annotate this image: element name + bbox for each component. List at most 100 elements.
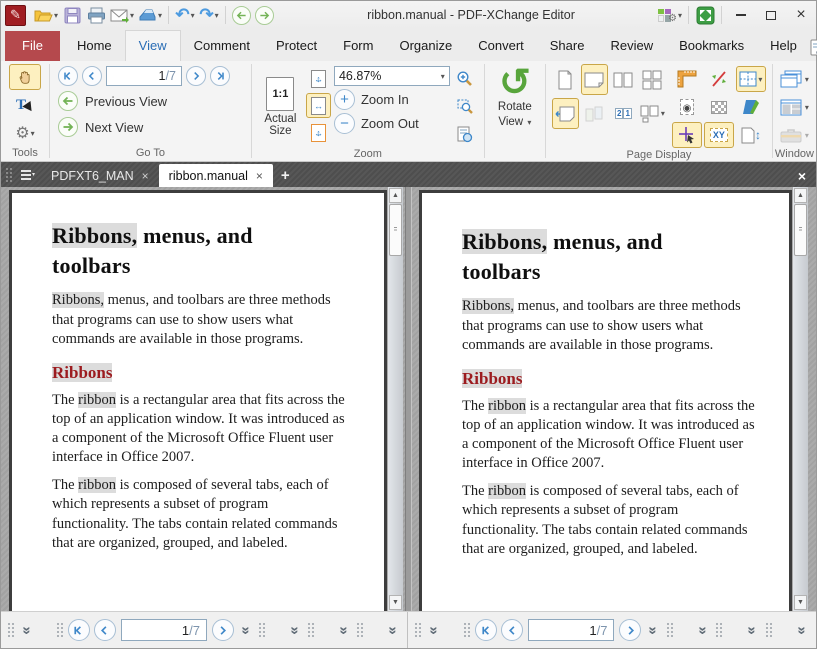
cover-mode-caret[interactable]: ▾ xyxy=(661,109,665,118)
page-numbers-button[interactable]: 2 1 xyxy=(610,98,637,129)
fit-visible-button[interactable]: ↔↕ xyxy=(306,120,331,145)
tab-form[interactable]: Form xyxy=(330,31,386,61)
zoom-combobox-caret[interactable]: ▾ xyxy=(441,72,445,81)
tab-bar-grip[interactable] xyxy=(5,167,13,183)
toolbar-grip[interactable] xyxy=(7,622,15,638)
previous-page-button[interactable] xyxy=(82,66,102,86)
continuous-view-button[interactable] xyxy=(552,98,579,129)
pdf-page[interactable]: Ribbons, menus, and toolbars Ribbons, me… xyxy=(9,190,387,611)
actual-size-button[interactable]: 1:1 Actual Size xyxy=(258,64,303,147)
two-page-view-button[interactable] xyxy=(610,64,637,95)
toolbar-grip[interactable] xyxy=(307,622,315,638)
collapsed-toolbar-chevron[interactable]: » xyxy=(793,626,810,634)
pdf-page[interactable]: Ribbons, menus, and toolbars Ribbons, me… xyxy=(419,190,792,611)
launch-application-button[interactable]: ⚙ ▾ xyxy=(656,3,684,27)
fullscreen-button[interactable] xyxy=(693,3,717,27)
show-grid-button[interactable]: ◉ xyxy=(672,94,702,120)
open-dropdown-caret[interactable]: ▾ xyxy=(54,11,58,20)
cover-mode-button[interactable]: ▾ xyxy=(639,98,666,129)
toolbar-grip[interactable] xyxy=(356,622,364,638)
find-document-icon[interactable] xyxy=(810,39,817,57)
previous-page-button[interactable] xyxy=(94,619,116,641)
split-pages-button[interactable] xyxy=(581,98,608,129)
collapsed-toolbar-chevron[interactable]: » xyxy=(335,626,352,634)
scroll-down-button[interactable]: ▼ xyxy=(389,595,402,610)
history-forward-button[interactable] xyxy=(255,6,274,25)
tab-review[interactable]: Review xyxy=(597,31,666,61)
scan-button[interactable]: ▾ xyxy=(136,3,164,27)
first-page-button[interactable] xyxy=(58,66,78,86)
four-page-view-button[interactable] xyxy=(639,64,666,95)
save-button[interactable] xyxy=(60,3,84,27)
scrollbar-thumb[interactable] xyxy=(794,204,807,256)
fit-page-height-button[interactable]: ↕ xyxy=(736,122,766,148)
hand-tool-button[interactable] xyxy=(9,64,41,90)
tab-home[interactable]: Home xyxy=(64,31,125,61)
rotate-view-caret[interactable]: ▾ xyxy=(527,118,531,127)
show-coordinates-button[interactable]: XY xyxy=(704,122,734,148)
fit-page-button[interactable]: ↔↕ xyxy=(306,66,331,91)
tab-list-button[interactable] xyxy=(17,166,37,184)
toolbox-caret[interactable]: ▾ xyxy=(805,131,809,140)
tab-help[interactable]: Help xyxy=(757,31,810,61)
new-tab-button[interactable]: + xyxy=(273,167,298,187)
two-page-scrolling-button[interactable] xyxy=(581,64,608,95)
first-page-button[interactable] xyxy=(475,619,497,641)
close-document-button[interactable]: × xyxy=(788,168,816,187)
select-text-button[interactable]: T xyxy=(9,92,41,118)
zoom-out-button[interactable]: − Zoom Out xyxy=(334,113,450,134)
page-number-field[interactable]: 1/7 xyxy=(121,619,207,641)
close-tab-icon[interactable]: × xyxy=(142,169,149,183)
toolbar-grip[interactable] xyxy=(463,622,471,638)
previous-view-button[interactable]: Previous View xyxy=(52,88,249,114)
tile-caret[interactable]: ▾ xyxy=(805,103,809,112)
open-file-button[interactable]: ▾ xyxy=(32,3,60,27)
scroll-down-button[interactable]: ▼ xyxy=(794,595,807,610)
tab-bookmarks[interactable]: Bookmarks xyxy=(666,31,757,61)
collapsed-toolbar-chevron[interactable]: » xyxy=(238,626,255,634)
toolbar-grip[interactable] xyxy=(666,622,674,638)
toolbar-grip[interactable] xyxy=(414,622,422,638)
undo-dropdown-caret[interactable]: ▾ xyxy=(191,11,195,20)
email-dropdown-caret[interactable]: ▾ xyxy=(130,11,134,20)
cascade-caret[interactable]: ▾ xyxy=(805,75,809,84)
toolbar-grip[interactable] xyxy=(56,622,64,638)
pane-splitter[interactable] xyxy=(405,187,412,611)
minimize-button[interactable] xyxy=(726,3,756,27)
redo-dropdown-caret[interactable]: ▾ xyxy=(215,11,219,20)
show-guides-button[interactable] xyxy=(672,122,702,148)
zoom-in-button[interactable]: + Zoom In xyxy=(334,89,450,110)
tab-file[interactable]: File xyxy=(5,31,60,61)
collapsed-toolbar-chevron[interactable]: » xyxy=(287,626,304,634)
transparency-grid-button[interactable] xyxy=(704,94,734,120)
tile-windows-button[interactable]: ▾ xyxy=(775,95,813,119)
rulers-button[interactable] xyxy=(672,66,702,92)
scroll-up-button[interactable]: ▲ xyxy=(794,188,807,203)
toolbox-button[interactable]: ▾ xyxy=(775,123,813,147)
page-number-field[interactable]: 1/7 xyxy=(106,66,182,86)
launch-dropdown-caret[interactable]: ▾ xyxy=(678,11,682,20)
vertical-scrollbar[interactable]: ▲ ▼ xyxy=(387,187,403,611)
fit-width-button[interactable]: ↔ xyxy=(306,93,331,118)
scrollbar-thumb[interactable] xyxy=(389,204,402,256)
toolbar-grip[interactable] xyxy=(258,622,266,638)
document-tab-ribbon-manual[interactable]: ribbon.manual × xyxy=(159,164,273,187)
tab-view[interactable]: View xyxy=(125,30,181,61)
rotate-view-icon[interactable]: ↺ xyxy=(499,66,531,100)
cascade-windows-button[interactable]: ▾ xyxy=(775,67,813,91)
split-view-button[interactable] xyxy=(704,66,734,92)
redo-button[interactable]: ↷ ▾ xyxy=(197,3,221,27)
next-page-button[interactable] xyxy=(212,619,234,641)
collapsed-toolbar-chevron[interactable]: » xyxy=(695,626,712,634)
maximize-button[interactable] xyxy=(756,3,786,27)
page-number-field[interactable]: 1/7 xyxy=(528,619,614,641)
scroll-up-button[interactable]: ▲ xyxy=(389,188,402,203)
first-page-button[interactable] xyxy=(68,619,90,641)
page-transition-button[interactable] xyxy=(736,94,766,120)
toolbar-grip[interactable] xyxy=(765,622,773,638)
snap-button[interactable]: ▾ xyxy=(736,66,766,92)
close-tab-icon[interactable]: × xyxy=(256,169,263,183)
rotate-view-button[interactable]: Rotate View ▾ xyxy=(498,100,532,129)
scan-dropdown-caret[interactable]: ▾ xyxy=(158,11,162,20)
previous-page-button[interactable] xyxy=(501,619,523,641)
